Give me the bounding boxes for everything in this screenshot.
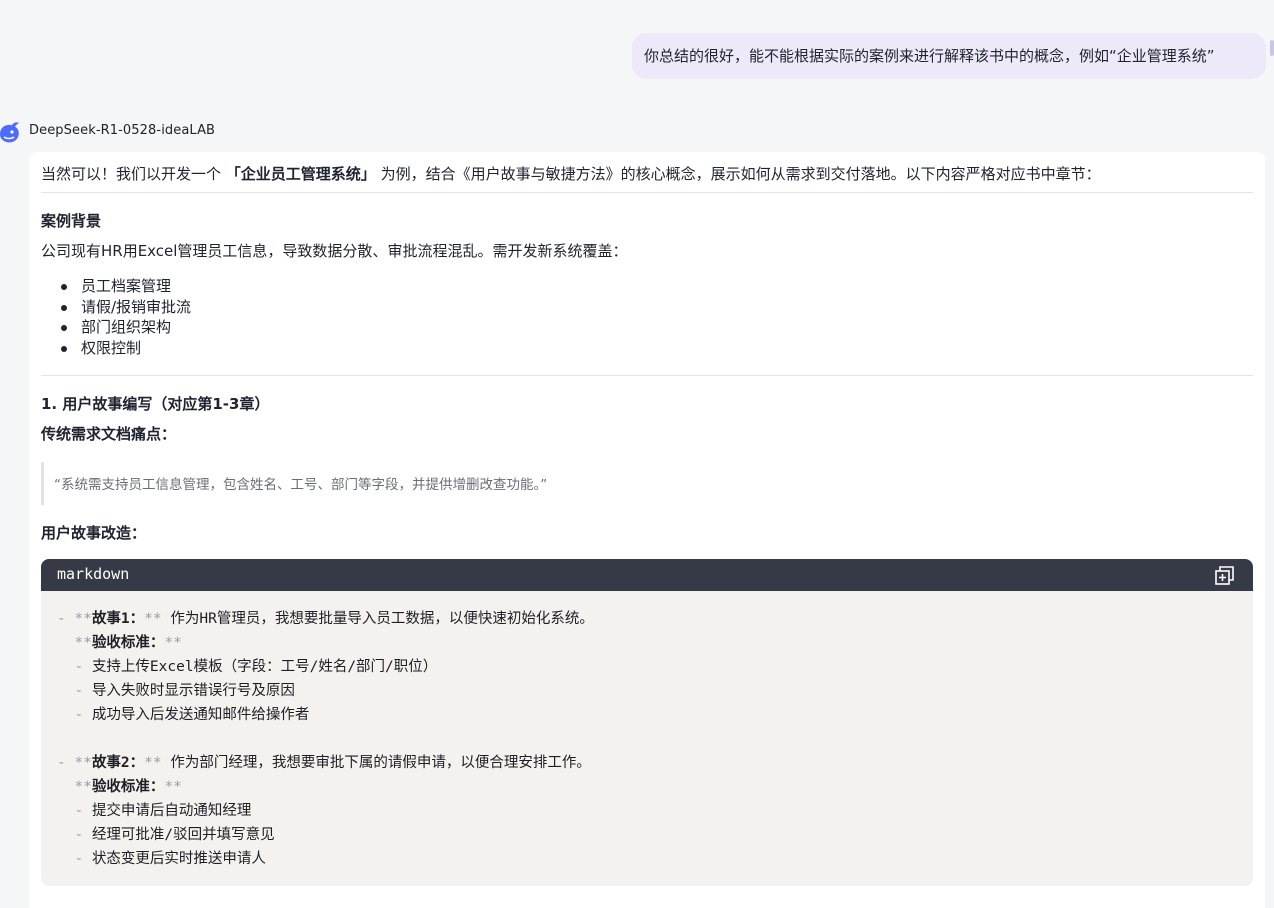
- code-language-label: markdown: [57, 565, 130, 583]
- code-markup-token: **: [74, 779, 92, 795]
- code-block-header: markdown: [41, 559, 1253, 591]
- code-line: **验收标准：**: [57, 775, 594, 799]
- background-text: 公司现有HR用Excel管理员工信息，导致数据分散、审批流程混乱。需开发新系统覆…: [41, 242, 628, 260]
- code-markup-token: **: [144, 611, 171, 627]
- code-markup-token: -: [74, 803, 92, 819]
- code-text-token: 支持上传Excel模板（字段：工号/姓名/部门/职位）: [91, 659, 438, 675]
- list-item: 部门组织架构: [41, 317, 191, 338]
- code-markup-token: **: [74, 635, 92, 651]
- quote-text: “系统需支持员工信息管理，包含姓名、工号、部门等字段，并提供增删改查功能。”: [54, 477, 548, 493]
- code-content: - **故事1：** 作为HR管理员，我想要批量导入员工数据，以便快速初始化系统…: [57, 607, 594, 871]
- assistant-message-card: 当然可以！我们以开发一个 「企业员工管理系统」 为例，结合《用户故事与敏捷方法》…: [29, 152, 1265, 908]
- code-markup-token: **: [74, 611, 92, 627]
- rewrite-heading: 用户故事改造：: [41, 524, 147, 542]
- intro-text-end: 为例，结合《用户故事与敏捷方法》的核心概念，展示如何从需求到交付落地。以下内容严…: [375, 165, 1101, 183]
- code-text-token: 作为HR管理员，我想要批量导入员工数据，以便快速初始化系统。: [170, 611, 594, 627]
- user-message-text: 你总结的很好，能不能根据实际的案例来进行解释该书中的概念，例如“企业管理系统”: [644, 47, 1215, 65]
- code-markup-token: **: [144, 755, 171, 771]
- background-heading: 案例背景: [41, 212, 102, 230]
- code-text-token: 经理可批准/驳回并填写意见: [91, 827, 275, 843]
- code-text-token: 故事2：: [91, 755, 145, 771]
- code-markup-token: -: [57, 611, 75, 627]
- assistant-name: DeepSeek-R1-0528-ideaLAB: [29, 123, 216, 138]
- code-line: - 支持上传Excel模板（字段：工号/姓名/部门/职位）: [57, 655, 594, 679]
- code-markup-token: -: [74, 659, 92, 675]
- copy-code-icon[interactable]: [1215, 566, 1234, 585]
- code-markup-token: **: [164, 635, 182, 651]
- code-line: - 状态变更后实时推送申请人: [57, 847, 594, 871]
- code-markup-token: -: [57, 755, 75, 771]
- code-line: - **故事1：** 作为HR管理员，我想要批量导入员工数据，以便快速初始化系统…: [57, 607, 594, 631]
- intro-highlight: 「企业员工管理系统」: [225, 165, 376, 183]
- intro-paragraph: 当然可以！我们以开发一个 「企业员工管理系统」 为例，结合《用户故事与敏捷方法》…: [41, 163, 1101, 185]
- code-markup-token: -: [74, 707, 92, 723]
- code-line: - **故事2：** 作为部门经理，我想要审批下属的请假申请，以便合理安排工作。: [57, 751, 594, 775]
- code-line: - 提交申请后自动通知经理: [57, 799, 594, 823]
- code-line: - 成功导入后发送通知邮件给操作者: [57, 703, 594, 727]
- code-text-token: 作为部门经理，我想要审批下属的请假申请，以便合理安排工作。: [170, 755, 591, 771]
- pain-points-heading: 传统需求文档痛点：: [41, 425, 177, 443]
- code-text-token: 故事1：: [91, 611, 145, 627]
- deepseek-whale-icon: [0, 122, 19, 143]
- list-item: 员工档案管理: [41, 276, 191, 297]
- code-markup-token: -: [74, 827, 92, 843]
- code-text-token: 成功导入后发送通知邮件给操作者: [91, 707, 310, 723]
- intro-text-start: 当然可以！我们以开发一个: [41, 165, 226, 183]
- chat-page: 你总结的很好，能不能根据实际的案例来进行解释该书中的概念，例如“企业管理系统” …: [0, 0, 1274, 908]
- divider: [41, 375, 1253, 376]
- code-text-token: 导入失败时显示错误行号及原因: [91, 683, 295, 699]
- scroll-edge-marker: [1270, 40, 1274, 56]
- code-text-token: 状态变更后实时推送申请人: [91, 851, 266, 867]
- code-line: - 导入失败时显示错误行号及原因: [57, 679, 594, 703]
- list-item: 请假/报销审批流: [41, 297, 191, 318]
- code-markup-token: -: [74, 683, 92, 699]
- code-markup-token: **: [74, 755, 92, 771]
- section1-heading: 1. 用户故事编写（对应第1-3章）: [41, 395, 270, 413]
- blockquote: “系统需支持员工信息管理，包含姓名、工号、部门等字段，并提供增删改查功能。”: [41, 462, 1256, 505]
- list-item: 权限控制: [41, 338, 191, 359]
- code-line: **验收标准：**: [57, 631, 594, 655]
- code-text-token: 验收标准：: [91, 635, 165, 651]
- requirement-list: 员工档案管理 请假/报销审批流 部门组织架构 权限控制: [41, 276, 191, 358]
- code-text-token: 提交申请后自动通知经理: [91, 803, 252, 819]
- user-message-bubble: 你总结的很好，能不能根据实际的案例来进行解释该书中的概念，例如“企业管理系统”: [632, 33, 1266, 79]
- code-text-token: 验收标准：: [91, 779, 165, 795]
- code-line: - 经理可批准/驳回并填写意见: [57, 823, 594, 847]
- code-markup-token: -: [74, 851, 92, 867]
- code-markup-token: **: [164, 779, 182, 795]
- divider: [41, 192, 1253, 193]
- code-block: markdown - **故事1：** 作为HR管理员，我想要批量导入员工数据，…: [41, 559, 1253, 886]
